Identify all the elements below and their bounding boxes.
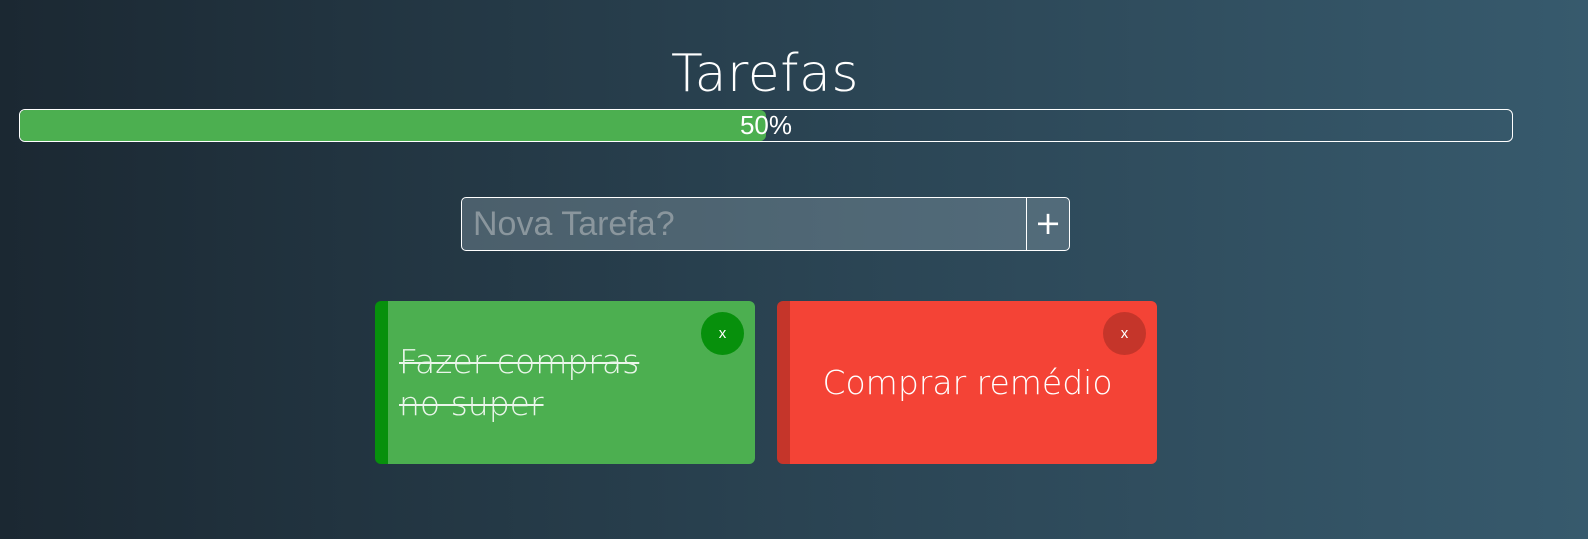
- delete-task-button[interactable]: x: [701, 312, 744, 355]
- new-task-form: +: [461, 197, 1070, 251]
- new-task-input[interactable]: [462, 198, 1026, 250]
- add-task-button[interactable]: +: [1026, 198, 1069, 250]
- progress-label: 50%: [739, 110, 793, 140]
- task-card-pending[interactable]: Comprar remédio x: [777, 301, 1157, 464]
- task-card-done[interactable]: Fazer compras no super x: [375, 301, 755, 464]
- task-text: Comprar remédio: [822, 362, 1113, 402]
- page-title: Tarefas: [670, 44, 859, 104]
- task-text: Fazer compras no super: [399, 341, 640, 423]
- delete-task-button[interactable]: x: [1103, 312, 1146, 355]
- progress-bar: 50%: [19, 109, 1513, 142]
